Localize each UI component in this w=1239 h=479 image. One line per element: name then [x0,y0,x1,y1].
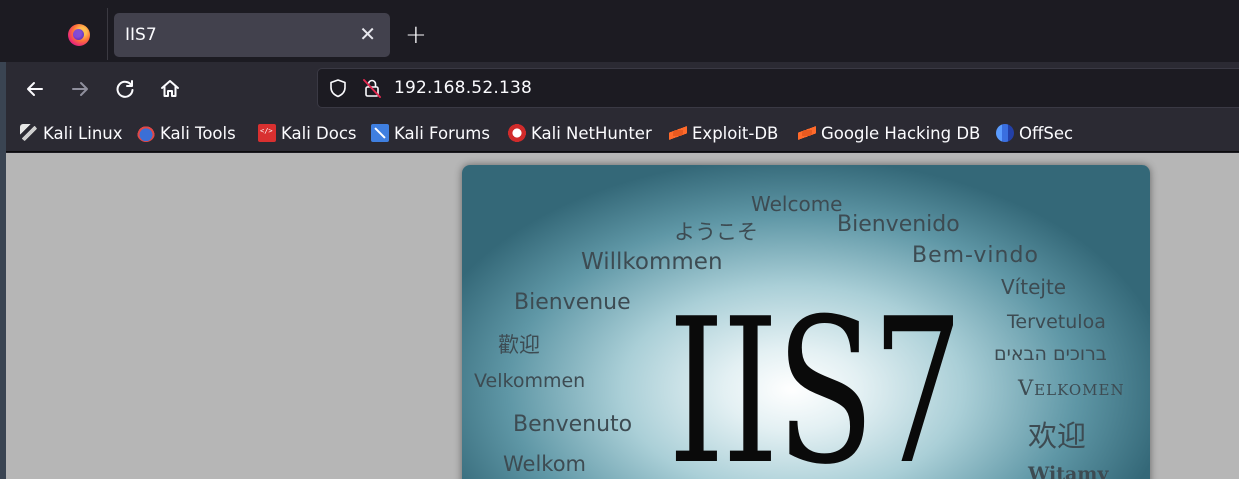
greeting-polish: Witamy [1028,463,1109,479]
new-tab-button[interactable]: + [405,21,427,49]
iis7-welcome-image[interactable]: Welcome ようこそ Bienvenido Bem-vindo Willko… [462,165,1150,479]
greeting-portuguese: Bem-vindo [912,243,1039,268]
url-bar[interactable]: 192.168.52.138 [317,68,1239,108]
bookmark-kali-forums[interactable]: Kali Forums [371,121,490,145]
home-button[interactable] [156,75,184,103]
kali-tools-icon [137,124,155,142]
greeting-hebrew: ברוכים הבאים [994,343,1107,365]
bookmark-kali-tools[interactable]: Kali Tools [137,121,236,145]
back-button[interactable] [21,75,49,103]
greeting-norwegian: Velkomen [1018,376,1125,400]
tab-divider [107,8,108,60]
greeting-german: Willkommen [581,249,723,275]
bookmark-label: OffSec [1019,123,1074,143]
page-content: Welcome ようこそ Bienvenido Bem-vindo Willko… [6,153,1239,479]
tab-strip: IIS7 ✕ + [0,0,1239,62]
kali-forums-icon [371,124,389,142]
bookmark-label: Kali Docs [281,123,357,143]
tab-iis7[interactable]: IIS7 ✕ [114,13,390,57]
greeting-italian: Benvenuto [513,412,633,437]
bookmark-label: Kali Forums [394,123,490,143]
bookmark-kali-docs[interactable]: Kali Docs [258,121,357,145]
greeting-french: Bienvenue [514,290,631,315]
bookmark-kali-linux[interactable]: Kali Linux [20,121,123,145]
close-tab-icon[interactable]: ✕ [359,22,376,46]
greeting-danish: Velkommen [474,370,586,392]
navigation-toolbar: 192.168.52.138 [6,62,1239,114]
bookmark-label: Kali Tools [160,123,236,143]
offsec-icon [996,124,1014,142]
bookmark-offsec[interactable]: OffSec [996,121,1073,145]
bookmark-exploit-db[interactable]: Exploit-DB [669,121,778,145]
greeting-chinese-traditional: 歡迎 [498,333,540,357]
tracking-protection-shield-icon[interactable] [328,78,348,98]
greeting-japanese: ようこそ [674,220,758,244]
greeting-dutch: Welkom [503,452,587,476]
kali-nethunter-icon [508,124,526,142]
forward-button[interactable] [66,75,94,103]
url-text[interactable]: 192.168.52.138 [394,78,532,98]
kali-dragon-icon [20,124,38,142]
bookmark-label: Exploit-DB [692,123,779,143]
bookmark-label: Kali NetHunter [531,123,652,143]
reload-button[interactable] [111,75,139,103]
greeting-chinese-simplified: 欢迎 [1028,419,1087,453]
bookmark-label: Google Hacking DB [821,123,981,143]
greeting-spanish: Bienvenido [837,212,960,237]
greeting-czech: Vítejte [1001,275,1067,299]
firefox-logo-icon[interactable] [68,24,90,46]
bookmark-label: Kali Linux [43,123,123,143]
greeting-finnish: Tervetuloa [1007,311,1106,333]
iis7-logo-text: IIS7 [668,276,963,479]
exploit-db-icon [669,124,687,142]
greeting-welcome: Welcome [751,192,843,216]
exploit-db-icon [798,124,816,142]
insecure-lock-icon[interactable] [361,77,383,99]
bookmark-google-hacking-db[interactable]: Google Hacking DB [798,121,980,145]
bookmarks-toolbar: Kali Linux Kali Tools Kali Docs Kali For… [6,114,1239,152]
tab-title: IIS7 [125,25,157,45]
kali-docs-icon [258,124,276,142]
bookmark-kali-nethunter[interactable]: Kali NetHunter [508,121,652,145]
